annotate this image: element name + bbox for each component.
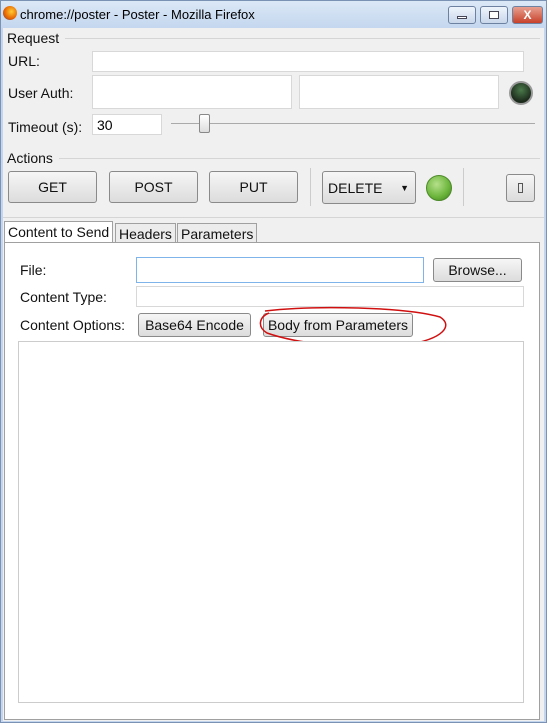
post-button[interactable]: POST [109, 171, 198, 203]
divider [65, 38, 540, 39]
auth-password-input[interactable] [299, 75, 499, 109]
request-section-title: Request [7, 30, 60, 46]
auth-username-input[interactable] [92, 75, 292, 109]
firefox-logo-icon [3, 6, 17, 20]
get-button[interactable]: GET [8, 171, 97, 203]
timeout-slider-thumb[interactable] [198, 114, 210, 133]
divider [3, 217, 544, 218]
toggle-switch-button[interactable] [506, 174, 535, 202]
tab-parameters[interactable]: Parameters [177, 223, 258, 243]
poster-panel: Request URL: User Auth: Timeout (s): Act… [3, 28, 544, 721]
maximize-button[interactable] [480, 6, 508, 24]
timeout-input[interactable] [92, 114, 162, 135]
request-body-textarea[interactable] [18, 341, 524, 703]
timeout-label: Timeout (s): [8, 119, 83, 135]
divider [310, 168, 311, 206]
put-button[interactable]: PUT [209, 171, 298, 203]
close-button[interactable]: X [512, 6, 543, 24]
content-type-label: Content Type: [20, 289, 107, 305]
content-options-label: Content Options: [20, 317, 126, 333]
base64-encode-button[interactable]: Base64 Encode [138, 313, 251, 337]
divider [463, 168, 464, 206]
tab-panel: File: Browse... Content Type: Content Op… [4, 242, 540, 720]
content-type-input[interactable] [136, 286, 524, 307]
auth-status-icon[interactable] [509, 81, 533, 105]
browse-button[interactable]: Browse... [433, 258, 522, 282]
method-select-value: DELETE [328, 180, 383, 196]
minimize-button[interactable] [448, 6, 476, 24]
file-input[interactable] [136, 257, 424, 283]
url-label: URL: [8, 53, 40, 69]
divider [59, 158, 540, 159]
method-select[interactable]: DELETE ▼ [322, 171, 416, 204]
user-auth-label: User Auth: [8, 85, 74, 101]
actions-section-title: Actions [7, 150, 53, 166]
file-label: File: [20, 262, 47, 278]
timeout-slider-track[interactable] [171, 123, 535, 124]
title-bar: chrome://poster - Poster - Mozilla Firef… [1, 1, 546, 28]
window-title: chrome://poster - Poster - Mozilla Firef… [20, 7, 255, 22]
dropdown-arrow-icon: ▼ [400, 183, 409, 193]
url-input[interactable] [92, 51, 524, 72]
window: chrome://poster - Poster - Mozilla Firef… [0, 0, 547, 723]
tab-headers[interactable]: Headers [115, 223, 176, 243]
status-indicator-icon [426, 175, 452, 201]
tab-content-to-send[interactable]: Content to Send [4, 221, 114, 243]
